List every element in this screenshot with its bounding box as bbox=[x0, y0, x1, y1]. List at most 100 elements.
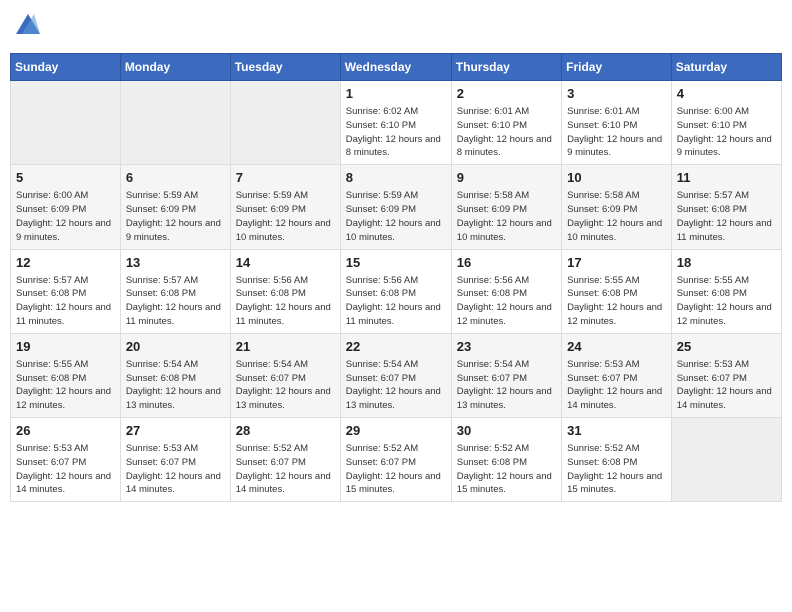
day-number: 17 bbox=[567, 254, 666, 272]
calendar-cell: 18Sunrise: 5:55 AM Sunset: 6:08 PM Dayli… bbox=[671, 249, 781, 333]
day-number: 26 bbox=[16, 422, 115, 440]
day-info: Sunrise: 5:57 AM Sunset: 6:08 PM Dayligh… bbox=[677, 189, 776, 244]
day-number: 2 bbox=[457, 85, 556, 103]
day-info: Sunrise: 5:52 AM Sunset: 6:08 PM Dayligh… bbox=[567, 442, 666, 497]
day-number: 27 bbox=[126, 422, 225, 440]
day-info: Sunrise: 5:52 AM Sunset: 6:08 PM Dayligh… bbox=[457, 442, 556, 497]
day-info: Sunrise: 5:53 AM Sunset: 6:07 PM Dayligh… bbox=[126, 442, 225, 497]
page-header bbox=[10, 10, 782, 45]
day-info: Sunrise: 5:59 AM Sunset: 6:09 PM Dayligh… bbox=[346, 189, 446, 244]
calendar-cell: 12 Sunrise: 5:57 AM Sunset: 6:08 PM Dayli… bbox=[11, 249, 121, 333]
day-info: Sunrise: 5:56 AM Sunset: 6:08 PM Dayligh… bbox=[457, 274, 556, 329]
calendar-cell: 14 Sunrise: 5:56 AM Sunset: 6:08 PM Dayli… bbox=[230, 249, 340, 333]
day-info: Sunrise: 5:56 AM Sunset: 6:08 PM Dayligh… bbox=[346, 274, 446, 329]
day-info: Sunrise: 5:53 AM Sunset: 6:07 PM Dayligh… bbox=[567, 358, 666, 413]
day-number: 23 bbox=[457, 338, 556, 356]
day-info: Sunrise: 5:57 AM Sunset: 6:08 PM Dayligh… bbox=[16, 274, 115, 329]
day-info: Sunrise: 5:54 AM Sunset: 6:07 PM Dayligh… bbox=[236, 358, 335, 413]
calendar-cell: 16 Sunrise: 5:56 AM Sunset: 6:08 PM Dayli… bbox=[451, 249, 561, 333]
day-info: Sunrise: 5:59 AM Sunset: 6:09 PM Dayligh… bbox=[236, 189, 335, 244]
calendar-cell: 30 Sunrise: 5:52 AM Sunset: 6:08 PM Dayli… bbox=[451, 418, 561, 502]
day-number: 7 bbox=[236, 169, 335, 187]
calendar-cell: 9 Sunrise: 5:58 AM Sunset: 6:09 PM Daylig… bbox=[451, 165, 561, 249]
day-number: 30 bbox=[457, 422, 556, 440]
calendar-cell: 13 Sunrise: 5:57 AM Sunset: 6:08 PM Dayli… bbox=[120, 249, 230, 333]
calendar-header-row: SundayMondayTuesdayWednesdayThursdayFrid… bbox=[11, 54, 782, 81]
calendar-cell: 4Sunrise: 6:00 AM Sunset: 6:10 PM Daylig… bbox=[671, 81, 781, 165]
calendar-week-row: 26 Sunrise: 5:53 AM Sunset: 6:07 PM Dayli… bbox=[11, 418, 782, 502]
day-number: 13 bbox=[126, 254, 225, 272]
calendar-cell: 7 Sunrise: 5:59 AM Sunset: 6:09 PM Daylig… bbox=[230, 165, 340, 249]
logo bbox=[14, 16, 40, 39]
day-number: 29 bbox=[346, 422, 446, 440]
calendar-cell: 8 Sunrise: 5:59 AM Sunset: 6:09 PM Daylig… bbox=[340, 165, 451, 249]
calendar-cell: 17 Sunrise: 5:55 AM Sunset: 6:08 PM Dayli… bbox=[562, 249, 672, 333]
day-info: Sunrise: 6:02 AM Sunset: 6:10 PM Dayligh… bbox=[346, 105, 446, 160]
day-number: 11 bbox=[677, 169, 776, 187]
day-info: Sunrise: 5:57 AM Sunset: 6:08 PM Dayligh… bbox=[126, 274, 225, 329]
day-info: Sunrise: 5:53 AM Sunset: 6:07 PM Dayligh… bbox=[677, 358, 776, 413]
day-number: 4 bbox=[677, 85, 776, 103]
day-info: Sunrise: 6:01 AM Sunset: 6:10 PM Dayligh… bbox=[567, 105, 666, 160]
day-info: Sunrise: 5:54 AM Sunset: 6:07 PM Dayligh… bbox=[346, 358, 446, 413]
day-number: 9 bbox=[457, 169, 556, 187]
calendar-week-row: 12 Sunrise: 5:57 AM Sunset: 6:08 PM Dayli… bbox=[11, 249, 782, 333]
day-info: Sunrise: 5:55 AM Sunset: 6:08 PM Dayligh… bbox=[677, 274, 776, 329]
calendar-day-header: Friday bbox=[562, 54, 672, 81]
calendar-cell: 2 Sunrise: 6:01 AM Sunset: 6:10 PM Daylig… bbox=[451, 81, 561, 165]
calendar-cell: 27 Sunrise: 5:53 AM Sunset: 6:07 PM Dayli… bbox=[120, 418, 230, 502]
day-info: Sunrise: 5:53 AM Sunset: 6:07 PM Dayligh… bbox=[16, 442, 115, 497]
day-info: Sunrise: 5:54 AM Sunset: 6:07 PM Dayligh… bbox=[457, 358, 556, 413]
calendar-cell: 11 Sunrise: 5:57 AM Sunset: 6:08 PM Dayli… bbox=[671, 165, 781, 249]
calendar-cell: 6Sunrise: 5:59 AM Sunset: 6:09 PM Daylig… bbox=[120, 165, 230, 249]
calendar-cell: 19 Sunrise: 5:55 AM Sunset: 6:08 PM Dayli… bbox=[11, 333, 121, 417]
day-number: 3 bbox=[567, 85, 666, 103]
calendar-cell bbox=[671, 418, 781, 502]
calendar-cell: 23 Sunrise: 5:54 AM Sunset: 6:07 PM Dayli… bbox=[451, 333, 561, 417]
day-number: 12 bbox=[16, 254, 115, 272]
calendar-cell: 15 Sunrise: 5:56 AM Sunset: 6:08 PM Dayli… bbox=[340, 249, 451, 333]
calendar-cell: 3 Sunrise: 6:01 AM Sunset: 6:10 PM Daylig… bbox=[562, 81, 672, 165]
calendar-cell: 1 Sunrise: 6:02 AM Sunset: 6:10 PM Daylig… bbox=[340, 81, 451, 165]
calendar-cell: 24 Sunrise: 5:53 AM Sunset: 6:07 PM Dayli… bbox=[562, 333, 672, 417]
calendar-day-header: Wednesday bbox=[340, 54, 451, 81]
day-info: Sunrise: 6:01 AM Sunset: 6:10 PM Dayligh… bbox=[457, 105, 556, 160]
day-info: Sunrise: 5:59 AM Sunset: 6:09 PM Dayligh… bbox=[126, 189, 225, 244]
calendar-cell: 31Sunrise: 5:52 AM Sunset: 6:08 PM Dayli… bbox=[562, 418, 672, 502]
day-number: 15 bbox=[346, 254, 446, 272]
day-number: 1 bbox=[346, 85, 446, 103]
day-number: 8 bbox=[346, 169, 446, 187]
day-number: 22 bbox=[346, 338, 446, 356]
calendar-cell: 10Sunrise: 5:58 AM Sunset: 6:09 PM Dayli… bbox=[562, 165, 672, 249]
day-info: Sunrise: 5:52 AM Sunset: 6:07 PM Dayligh… bbox=[236, 442, 335, 497]
day-number: 19 bbox=[16, 338, 115, 356]
calendar-cell bbox=[120, 81, 230, 165]
calendar-cell: 22 Sunrise: 5:54 AM Sunset: 6:07 PM Dayli… bbox=[340, 333, 451, 417]
calendar-cell: 28 Sunrise: 5:52 AM Sunset: 6:07 PM Dayli… bbox=[230, 418, 340, 502]
day-info: Sunrise: 5:56 AM Sunset: 6:08 PM Dayligh… bbox=[236, 274, 335, 329]
calendar-day-header: Monday bbox=[120, 54, 230, 81]
logo-icon bbox=[16, 14, 40, 34]
day-number: 24 bbox=[567, 338, 666, 356]
calendar-week-row: 1 Sunrise: 6:02 AM Sunset: 6:10 PM Daylig… bbox=[11, 81, 782, 165]
day-number: 21 bbox=[236, 338, 335, 356]
day-number: 16 bbox=[457, 254, 556, 272]
day-number: 20 bbox=[126, 338, 225, 356]
calendar-cell bbox=[11, 81, 121, 165]
day-info: Sunrise: 5:55 AM Sunset: 6:08 PM Dayligh… bbox=[567, 274, 666, 329]
calendar-day-header: Sunday bbox=[11, 54, 121, 81]
calendar-day-header: Tuesday bbox=[230, 54, 340, 81]
day-number: 14 bbox=[236, 254, 335, 272]
day-info: Sunrise: 6:00 AM Sunset: 6:09 PM Dayligh… bbox=[16, 189, 115, 244]
calendar-day-header: Saturday bbox=[671, 54, 781, 81]
day-number: 25 bbox=[677, 338, 776, 356]
day-info: Sunrise: 5:55 AM Sunset: 6:08 PM Dayligh… bbox=[16, 358, 115, 413]
calendar-cell: 20Sunrise: 5:54 AM Sunset: 6:08 PM Dayli… bbox=[120, 333, 230, 417]
day-number: 28 bbox=[236, 422, 335, 440]
calendar-week-row: 5 Sunrise: 6:00 AM Sunset: 6:09 PM Daylig… bbox=[11, 165, 782, 249]
day-info: Sunrise: 5:58 AM Sunset: 6:09 PM Dayligh… bbox=[457, 189, 556, 244]
day-number: 5 bbox=[16, 169, 115, 187]
calendar-cell: 29Sunrise: 5:52 AM Sunset: 6:07 PM Dayli… bbox=[340, 418, 451, 502]
calendar-cell: 5 Sunrise: 6:00 AM Sunset: 6:09 PM Daylig… bbox=[11, 165, 121, 249]
day-number: 10 bbox=[567, 169, 666, 187]
